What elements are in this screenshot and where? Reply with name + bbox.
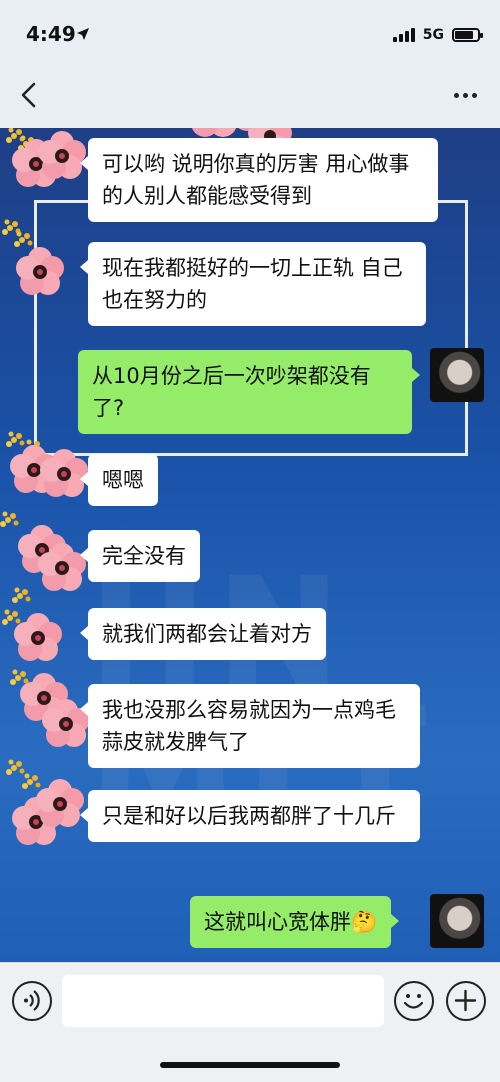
back-button[interactable] bbox=[14, 80, 44, 110]
plus-button[interactable] bbox=[446, 981, 486, 1021]
voice-button[interactable] bbox=[12, 981, 52, 1021]
message-text: 这就叫心宽体胖 bbox=[204, 910, 351, 934]
nav-bar bbox=[0, 64, 500, 128]
status-indicators: 5G bbox=[392, 26, 483, 44]
avatar[interactable] bbox=[430, 894, 484, 948]
more-button[interactable] bbox=[448, 80, 482, 110]
location-arrow-icon bbox=[77, 28, 89, 40]
message-bubble-incoming[interactable]: 完全没有 bbox=[80, 530, 200, 582]
avatar[interactable] bbox=[430, 348, 484, 402]
signal-icon bbox=[392, 28, 415, 42]
message-bubble-incoming[interactable]: 嗯嗯 bbox=[80, 454, 158, 506]
message-bubble-incoming[interactable]: 就我们两都会让着对方 bbox=[80, 608, 326, 660]
more-dots-icon bbox=[453, 92, 459, 98]
message-bubble-incoming[interactable]: 现在我都挺好的一切上正轨 自己也在努力的 bbox=[80, 242, 426, 326]
voice-icon bbox=[24, 990, 40, 1011]
message-bubble-incoming[interactable]: 可以哟 说明你真的厉害 用心做事的人别人都能感受得到 bbox=[80, 138, 438, 222]
message-input[interactable] bbox=[62, 975, 384, 1027]
message-bubble-outgoing[interactable]: 从10月份之后一次吵架都没有了? bbox=[78, 350, 420, 434]
message-bubble-incoming[interactable]: 只是和好以后我两都胖了十几斤 bbox=[80, 790, 420, 842]
plus-icon bbox=[454, 989, 477, 1012]
emoji-button[interactable] bbox=[394, 981, 434, 1021]
home-indicator[interactable] bbox=[160, 1062, 340, 1068]
message-bubble-outgoing[interactable]: 这就叫心宽体胖🤔 bbox=[190, 896, 400, 948]
chevron-left-icon bbox=[21, 82, 36, 108]
chat-area[interactable]: IINMLT bbox=[0, 128, 500, 962]
emoji-icon bbox=[403, 994, 424, 1009]
status-bar: 4:49 5G bbox=[0, 0, 500, 64]
status-time: 4:49 bbox=[26, 22, 76, 46]
battery-icon bbox=[452, 28, 483, 42]
message-bubble-incoming[interactable]: 我也没那么容易就因为一点鸡毛蒜皮就发脾气了 bbox=[80, 684, 420, 768]
thinking-emoji-icon: 🤔 bbox=[351, 910, 378, 934]
network-type: 5G bbox=[422, 27, 444, 43]
